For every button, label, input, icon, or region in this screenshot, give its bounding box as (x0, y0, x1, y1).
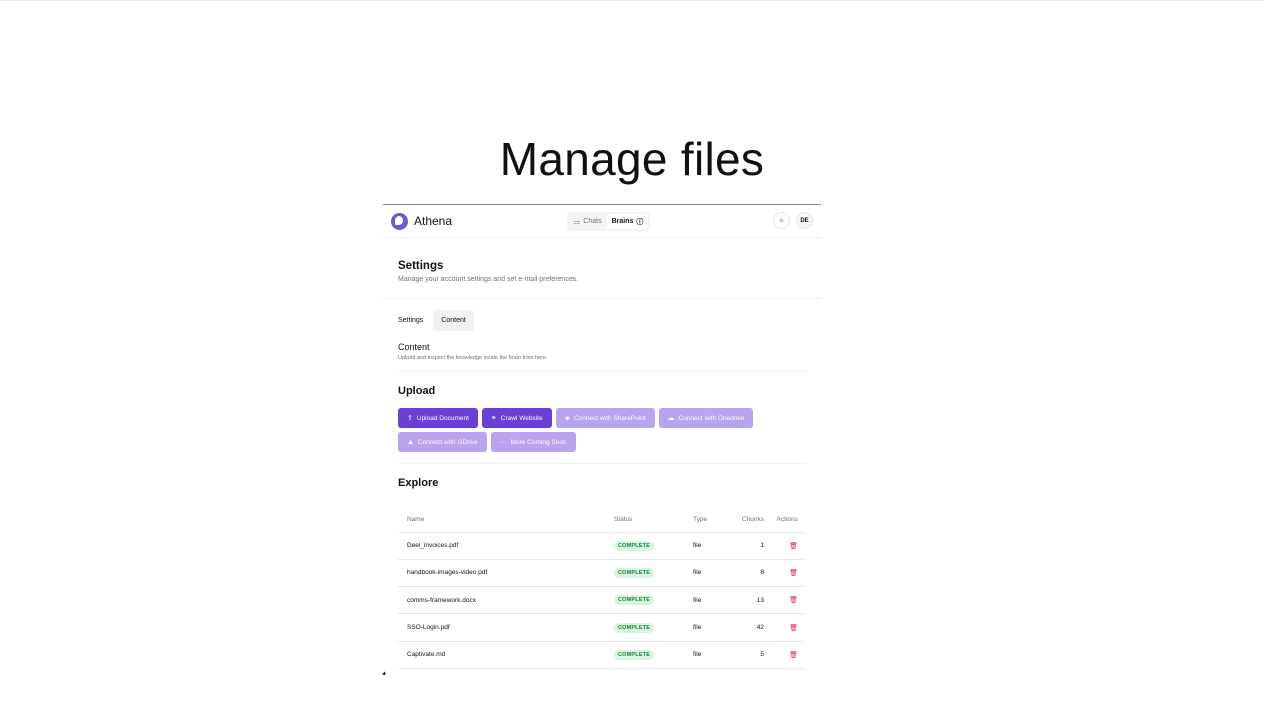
table-row[interactable]: handbook-images-video.pdf COMPLETE file … (398, 559, 806, 588)
gdrive-icon: ▲ (407, 438, 414, 446)
upload-buttons: ⇪ Upload Document ⚭ Crawl Website ◈ Conn… (398, 408, 806, 452)
chunk-count: 13 (725, 586, 765, 615)
file-type: file (693, 532, 725, 560)
upload-title: Upload (398, 385, 436, 397)
column-header-name[interactable]: Name (398, 508, 614, 533)
status-badge: COMPLETE (614, 595, 655, 606)
table-row[interactable]: Captivate.md COMPLETE file 5 🗑 (398, 641, 806, 669)
connect-onedrive-button[interactable]: ☁ Connect with Onedrive (658, 408, 754, 428)
column-header-type[interactable]: Type (693, 508, 725, 533)
page-subtitle: Manage your account settings and set e-m… (398, 276, 579, 283)
nav-tab-chats-label: Chats (583, 218, 602, 225)
connect-sharepoint-label: Connect with SharePoint (573, 414, 646, 422)
file-name: Captivate.md (398, 641, 614, 669)
settings-header: Settings Manage your account settings an… (383, 238, 821, 299)
connect-gdrive-label: Connect with GDrive (417, 438, 478, 446)
trash-icon[interactable]: 🗑 (789, 570, 798, 577)
connect-onedrive-label: Connect with Onedrive (678, 414, 745, 422)
nav-tab-brains-label: Brains (611, 218, 634, 225)
logo-text: Athena (414, 214, 453, 228)
crawl-website-button[interactable]: ⚭ Crawl Website (481, 408, 552, 428)
trash-icon[interactable]: 🗑 (789, 597, 798, 604)
slide-title: Manage files (499, 133, 765, 185)
sharepoint-icon: ◈ (564, 415, 570, 422)
connect-sharepoint-button[interactable]: ◈ Connect with SharePoint (555, 408, 655, 428)
avatar[interactable]: DE (796, 212, 813, 229)
content-title: Content (398, 342, 430, 352)
trash-icon[interactable]: 🗑 (789, 625, 798, 632)
status-badge: COMPLETE (614, 540, 655, 551)
nav-tabs: ⚏ Chats Brains ⓘ (567, 212, 651, 231)
navbar: Athena ⚏ Chats Brains ⓘ ☼ DE (383, 205, 821, 238)
link-icon: ⚭ (490, 415, 497, 422)
status-badge: COMPLETE (614, 649, 655, 660)
file-name: SSO-Login.pdf (398, 613, 614, 642)
table-header-row: Name Status Type Chunks Actions (398, 508, 806, 533)
tab-settings[interactable]: Settings (398, 310, 431, 331)
chat-icon: ⚏ (574, 218, 581, 226)
page-title: Settings (398, 260, 444, 272)
chunk-count: 5 (725, 641, 765, 669)
connect-gdrive-button[interactable]: ▲ Connect with GDrive (398, 432, 487, 452)
file-name: comms-framework.docx (398, 586, 614, 615)
upload-document-label: Upload Document (416, 414, 469, 422)
more-coming-soon-button[interactable]: ⋯ More Coming Soon (490, 432, 576, 452)
column-header-status[interactable]: Status (614, 508, 693, 533)
logo[interactable]: Athena (391, 212, 453, 230)
upload-document-button[interactable]: ⇪ Upload Document (398, 408, 478, 428)
chunk-count: 42 (725, 613, 765, 642)
table-row[interactable]: Deel_invoices.pdf COMPLETE file 1 🗑 (398, 532, 806, 560)
nav-tab-brains[interactable]: Brains ⓘ (606, 214, 649, 229)
files-table: Name Status Type Chunks Actions Deel_inv… (398, 508, 806, 669)
column-header-actions: Actions (765, 508, 806, 533)
nav-right: ☼ DE (773, 212, 813, 229)
table-row[interactable]: comms-framework.docx COMPLETE file 13 🗑 (398, 586, 806, 615)
section-divider (398, 463, 806, 464)
cloud-upload-icon: ⇪ (407, 415, 413, 422)
trash-icon[interactable]: 🗑 (789, 652, 798, 659)
chunk-count: 1 (725, 532, 765, 560)
file-type: file (693, 641, 725, 669)
file-type: file (693, 613, 725, 642)
crawl-website-label: Crawl Website (500, 414, 543, 422)
more-icon: ⋯ (499, 439, 507, 446)
theme-toggle-button[interactable]: ☼ (773, 212, 790, 229)
chunk-count: 8 (725, 559, 765, 588)
file-name: handbook-images-video.pdf (398, 559, 614, 588)
tab-content[interactable]: Content (433, 310, 474, 331)
status-badge: COMPLETE (614, 622, 655, 633)
file-type: file (693, 559, 725, 588)
table-row[interactable]: SSO-Login.pdf COMPLETE file 42 🗑 (398, 613, 806, 642)
sun-icon: ☼ (778, 217, 785, 224)
column-header-chunks[interactable]: Chunks (725, 508, 765, 533)
status-badge: COMPLETE (614, 567, 655, 578)
file-type: file (693, 586, 725, 615)
cloud-icon: ☁ (667, 415, 675, 422)
content-section-header: Content Upload and inspect the knowledge… (398, 342, 806, 372)
app-window: Athena ⚏ Chats Brains ⓘ ☼ DE Settings Ma… (383, 204, 821, 676)
content-subtitle: Upload and inspect the knowledge inside … (398, 355, 548, 361)
top-rule (0, 0, 1264, 1)
main-content: Settings Manage your account settings an… (383, 238, 821, 669)
explore-title: Explore (398, 477, 439, 489)
info-icon: ⓘ (636, 218, 644, 226)
nav-tab-chats[interactable]: ⚏ Chats (569, 214, 607, 229)
more-coming-soon-label: More Coming Soon (510, 438, 567, 446)
file-name: Deel_invoices.pdf (398, 532, 614, 560)
trash-icon[interactable]: 🗑 (789, 543, 798, 550)
settings-tabs: Settings Content (398, 310, 806, 331)
athena-logo-icon (391, 212, 408, 230)
